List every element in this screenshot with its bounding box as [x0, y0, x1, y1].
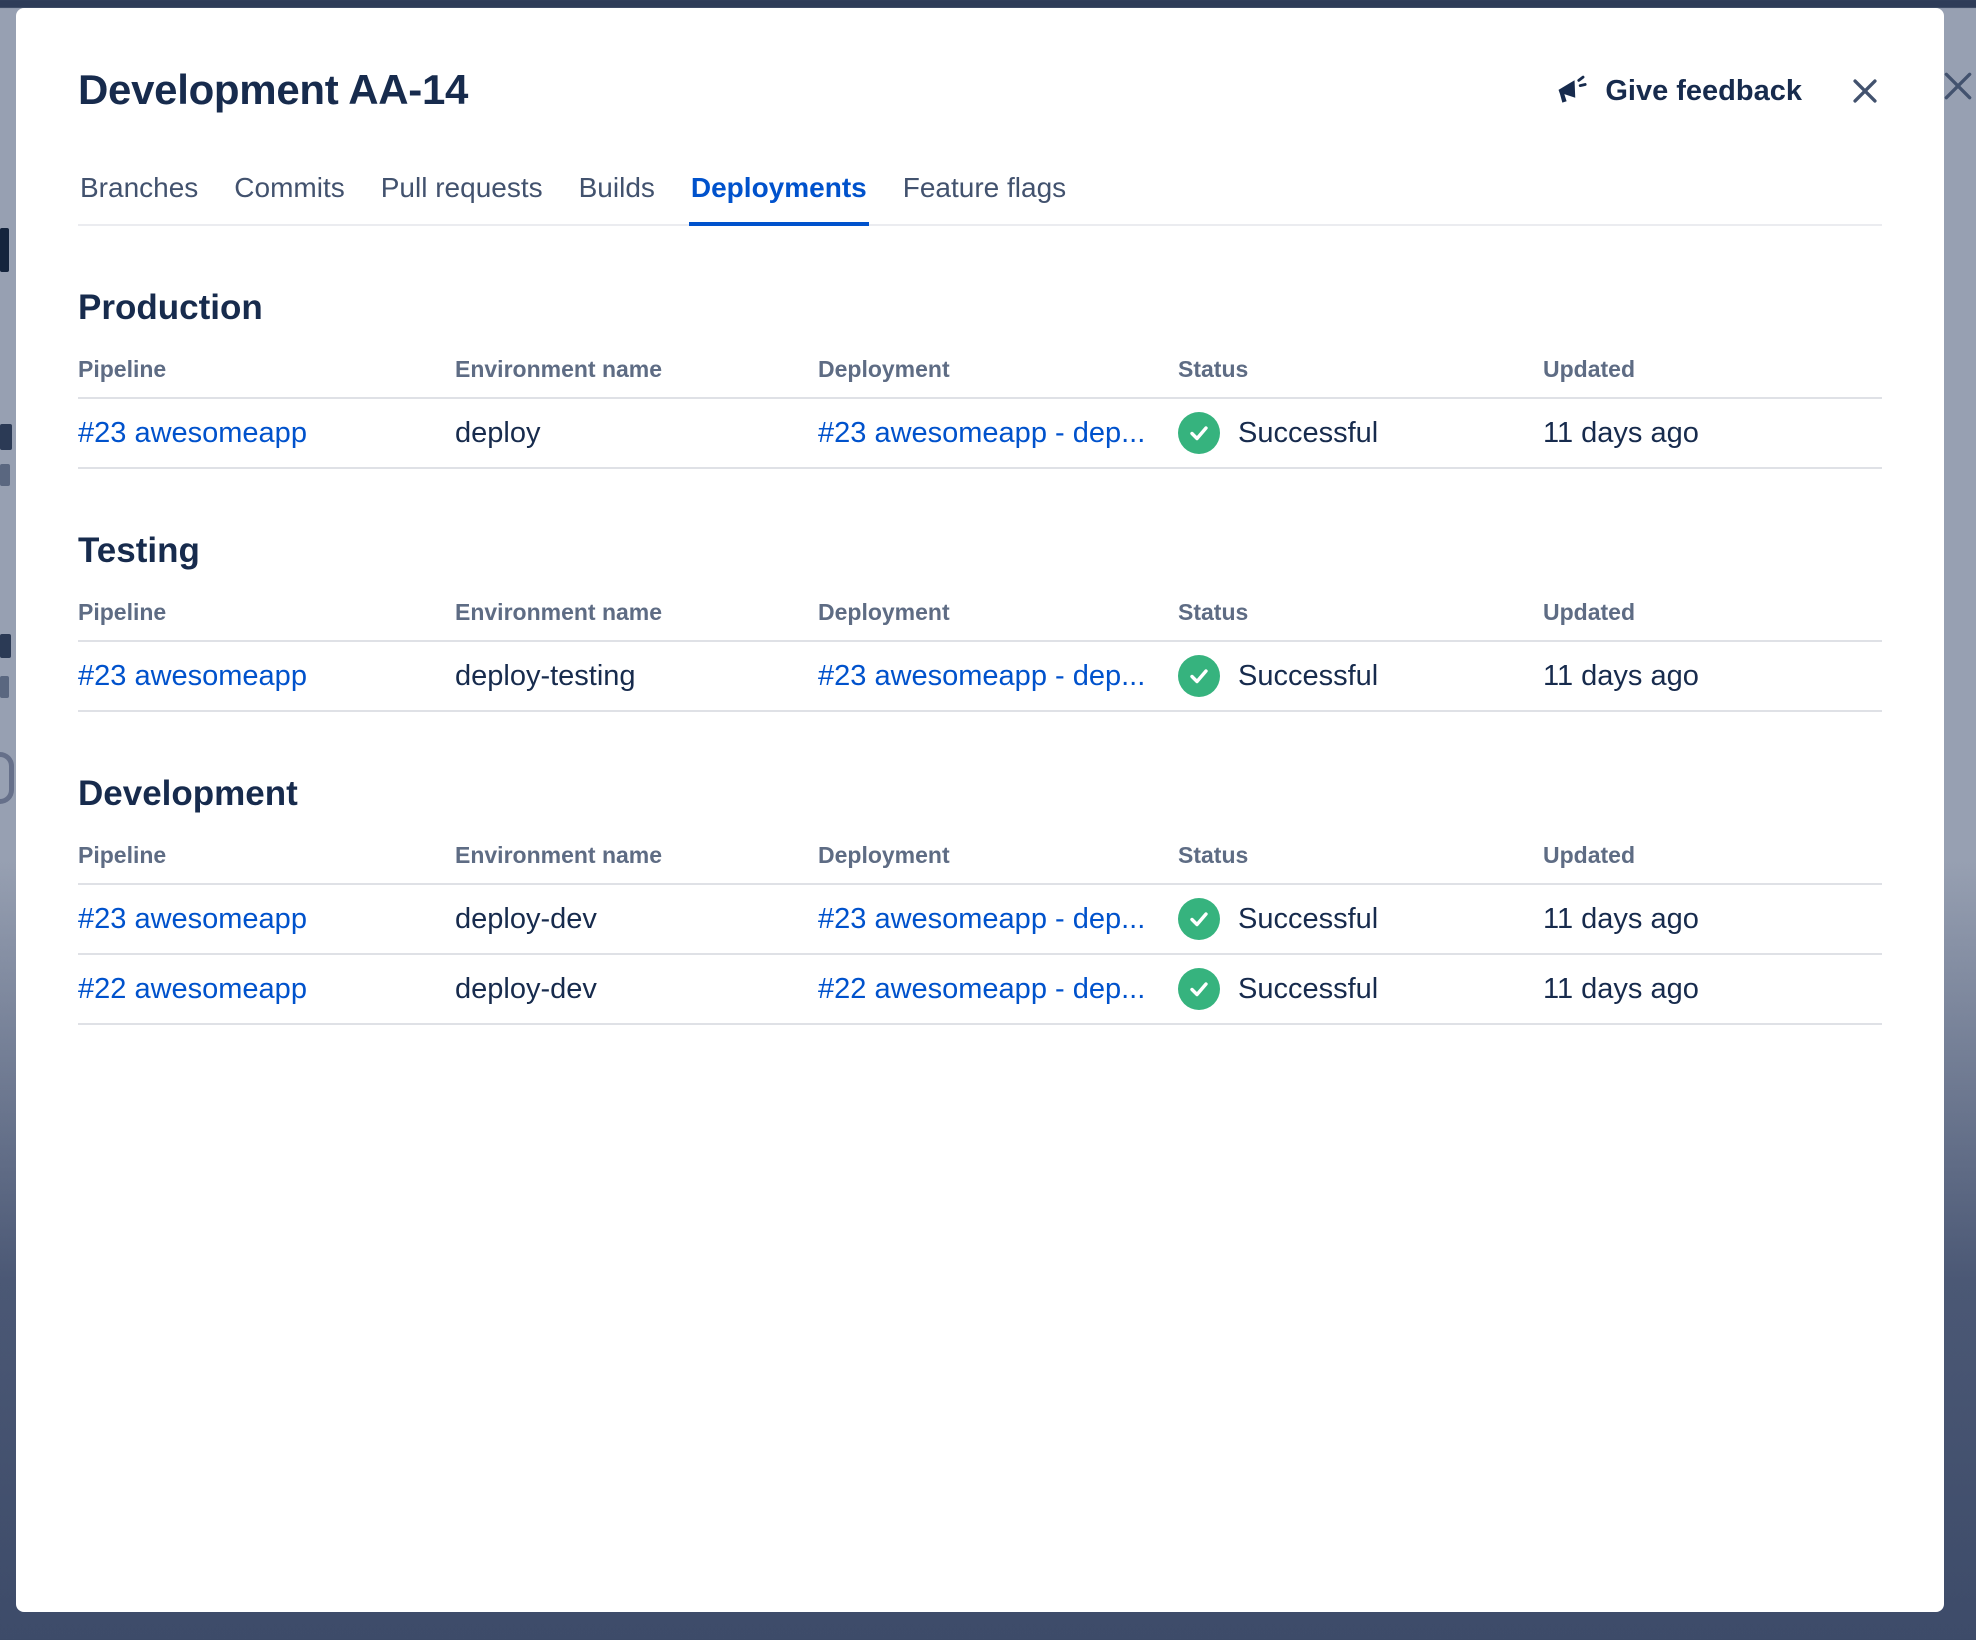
column-header-status: Status	[1178, 599, 1249, 625]
section-production: Production Pipeline Environment name Dep…	[78, 288, 1882, 469]
background-page-fragment	[0, 464, 10, 486]
environment-name: deploy-dev	[455, 902, 597, 935]
table-header-row: Pipeline Environment name Deployment Sta…	[78, 591, 1882, 642]
column-header-updated: Updated	[1543, 842, 1635, 868]
deployment-link[interactable]: #22 awesomeapp - dep...	[818, 973, 1145, 1005]
environment-name: deploy-testing	[455, 659, 636, 692]
pipeline-link[interactable]: #22 awesomeapp	[78, 973, 307, 1005]
pipeline-link[interactable]: #23 awesomeapp	[78, 660, 307, 692]
deployment-link[interactable]: #23 awesomeapp - dep...	[818, 903, 1145, 935]
give-feedback-label: Give feedback	[1605, 74, 1802, 107]
status-badge: Successful	[1178, 655, 1543, 697]
close-button[interactable]	[1848, 74, 1882, 108]
section-heading: Testing	[78, 531, 200, 570]
deployments-table: Pipeline Environment name Deployment Sta…	[78, 348, 1882, 469]
status-badge: Successful	[1178, 412, 1543, 454]
header-actions: Give feedback	[1553, 74, 1882, 108]
column-header-pipeline: Pipeline	[78, 356, 167, 382]
megaphone-icon	[1553, 74, 1589, 108]
deployment-row: #23 awesomeapp deploy #23 awesomeapp - d…	[78, 399, 1882, 469]
table-header-row: Pipeline Environment name Deployment Sta…	[78, 834, 1882, 885]
status-badge: Successful	[1178, 898, 1543, 940]
column-header-status: Status	[1178, 356, 1249, 382]
table-header-row: Pipeline Environment name Deployment Sta…	[78, 348, 1882, 399]
section-heading: Production	[78, 288, 263, 327]
tab-commits[interactable]: Commits	[232, 172, 346, 226]
column-header-environment: Environment name	[455, 599, 663, 625]
section-testing: Testing Pipeline Environment name Deploy…	[78, 531, 1882, 712]
column-header-environment: Environment name	[455, 356, 663, 382]
success-check-icon	[1178, 412, 1220, 454]
section-heading: Development	[78, 774, 298, 813]
environment-name: deploy-dev	[455, 972, 597, 1005]
column-header-deployment: Deployment	[818, 599, 950, 625]
status-label: Successful	[1238, 902, 1379, 935]
status-label: Successful	[1238, 659, 1379, 692]
column-header-status: Status	[1178, 842, 1249, 868]
pipeline-link[interactable]: #23 awesomeapp	[78, 903, 307, 935]
updated-text: 11 days ago	[1543, 972, 1699, 1005]
column-header-environment: Environment name	[455, 842, 663, 868]
background-page-fragment	[0, 424, 12, 450]
page-title: Development AA-14	[78, 66, 469, 113]
success-check-icon	[1178, 968, 1220, 1010]
development-dialog: Development AA-14 Give feedback Branches…	[16, 8, 1944, 1612]
tab-pull-requests[interactable]: Pull requests	[379, 172, 545, 226]
success-check-icon	[1178, 655, 1220, 697]
deployment-link[interactable]: #23 awesomeapp - dep...	[818, 660, 1145, 692]
background-page-fragment	[0, 676, 9, 698]
tab-feature-flags[interactable]: Feature flags	[901, 172, 1068, 226]
deployments-table: Pipeline Environment name Deployment Sta…	[78, 591, 1882, 712]
pipeline-link[interactable]: #23 awesomeapp	[78, 417, 307, 449]
deployment-row: #23 awesomeapp deploy-testing #23 awesom…	[78, 642, 1882, 712]
tab-deployments[interactable]: Deployments	[688, 172, 869, 226]
status-label: Successful	[1238, 972, 1379, 1005]
tab-branches[interactable]: Branches	[78, 172, 200, 226]
updated-text: 11 days ago	[1543, 902, 1699, 935]
column-header-updated: Updated	[1543, 356, 1635, 382]
dialog-header: Development AA-14 Give feedback	[78, 66, 1882, 114]
status-label: Successful	[1238, 416, 1379, 449]
background-page-fragment	[0, 634, 11, 658]
deployment-link[interactable]: #23 awesomeapp - dep...	[818, 417, 1145, 449]
column-header-updated: Updated	[1543, 599, 1635, 625]
deployments-table: Pipeline Environment name Deployment Sta…	[78, 834, 1882, 1025]
column-header-pipeline: Pipeline	[78, 599, 167, 625]
updated-text: 11 days ago	[1543, 659, 1699, 692]
close-icon	[1848, 74, 1882, 108]
environment-name: deploy	[455, 416, 541, 449]
give-feedback-button[interactable]: Give feedback	[1553, 74, 1802, 108]
tab-builds[interactable]: Builds	[577, 172, 657, 226]
deployment-row: #23 awesomeapp deploy-dev #23 awesomeapp…	[78, 885, 1882, 955]
dialog-tabs: Branches Commits Pull requests Builds De…	[78, 172, 1882, 226]
status-badge: Successful	[1178, 968, 1543, 1010]
column-header-pipeline: Pipeline	[78, 842, 167, 868]
column-header-deployment: Deployment	[818, 842, 950, 868]
updated-text: 11 days ago	[1543, 416, 1699, 449]
section-development: Development Pipeline Environment name De…	[78, 774, 1882, 1025]
background-page-fragment	[0, 752, 14, 804]
background-page-fragment	[0, 228, 9, 272]
success-check-icon	[1178, 898, 1220, 940]
column-header-deployment: Deployment	[818, 356, 950, 382]
deployment-row: #22 awesomeapp deploy-dev #22 awesomeapp…	[78, 955, 1882, 1025]
